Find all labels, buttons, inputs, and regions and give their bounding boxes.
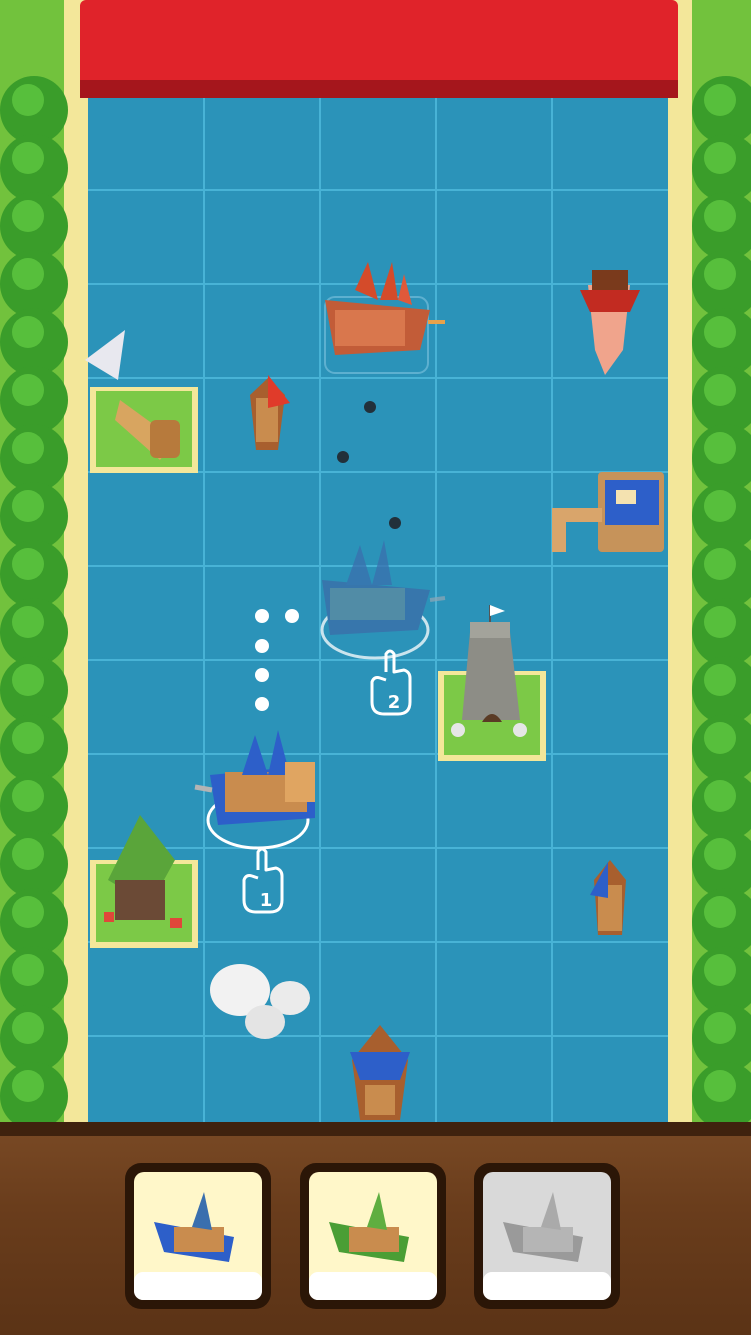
whale-icon bbox=[150, 420, 180, 458]
tree-highlight bbox=[704, 1070, 736, 1102]
tree-highlight bbox=[704, 1012, 736, 1044]
card-green-ship-label bbox=[309, 1272, 437, 1300]
tree-highlight bbox=[12, 490, 44, 522]
tree-highlight bbox=[12, 316, 44, 348]
tap-step-2-label: 2 bbox=[388, 692, 401, 713]
house-icon bbox=[115, 880, 165, 920]
tree-highlight bbox=[12, 954, 44, 986]
tree-highlight bbox=[12, 548, 44, 580]
tree-highlight bbox=[704, 142, 736, 174]
tree-highlight bbox=[704, 606, 736, 638]
tree-highlight bbox=[704, 548, 736, 580]
tree-highlight bbox=[704, 316, 736, 348]
tree-highlight bbox=[704, 954, 736, 986]
tree-highlight bbox=[704, 200, 736, 232]
top-wall-shadow bbox=[80, 80, 678, 98]
tree-highlight bbox=[12, 780, 44, 812]
card-grey-ship-label bbox=[483, 1272, 611, 1300]
tree-highlight bbox=[12, 1070, 44, 1102]
tree-highlight bbox=[12, 200, 44, 232]
tree-highlight bbox=[12, 896, 44, 928]
tree-highlight bbox=[704, 722, 736, 754]
tree-highlight bbox=[704, 490, 736, 522]
tree-highlight bbox=[12, 142, 44, 174]
card-green-ship[interactable] bbox=[300, 1163, 446, 1309]
tower-icon bbox=[462, 632, 520, 720]
tree-highlight bbox=[704, 780, 736, 812]
tree-highlight bbox=[12, 432, 44, 464]
card-grey-ship[interactable] bbox=[474, 1163, 620, 1309]
tree-highlight bbox=[12, 606, 44, 638]
tree-highlight bbox=[704, 896, 736, 928]
tree-highlight bbox=[12, 722, 44, 754]
tree-highlight bbox=[12, 664, 44, 696]
right-sand-edge bbox=[664, 0, 692, 1130]
tree-highlight bbox=[12, 1012, 44, 1044]
tree-highlight bbox=[12, 84, 44, 116]
tree-highlight bbox=[12, 838, 44, 870]
tree-highlight bbox=[704, 84, 736, 116]
tap-step-1-label: 1 bbox=[260, 890, 273, 911]
tree-highlight bbox=[704, 374, 736, 406]
tree-highlight bbox=[704, 664, 736, 696]
tree-highlight bbox=[704, 432, 736, 464]
tree-highlight bbox=[704, 258, 736, 290]
tree-highlight bbox=[12, 374, 44, 406]
card-blue-ship[interactable] bbox=[125, 1163, 271, 1309]
tray-top-edge bbox=[0, 1122, 751, 1136]
card-blue-ship-label bbox=[134, 1272, 262, 1300]
tree-highlight bbox=[704, 838, 736, 870]
tree-highlight bbox=[12, 258, 44, 290]
